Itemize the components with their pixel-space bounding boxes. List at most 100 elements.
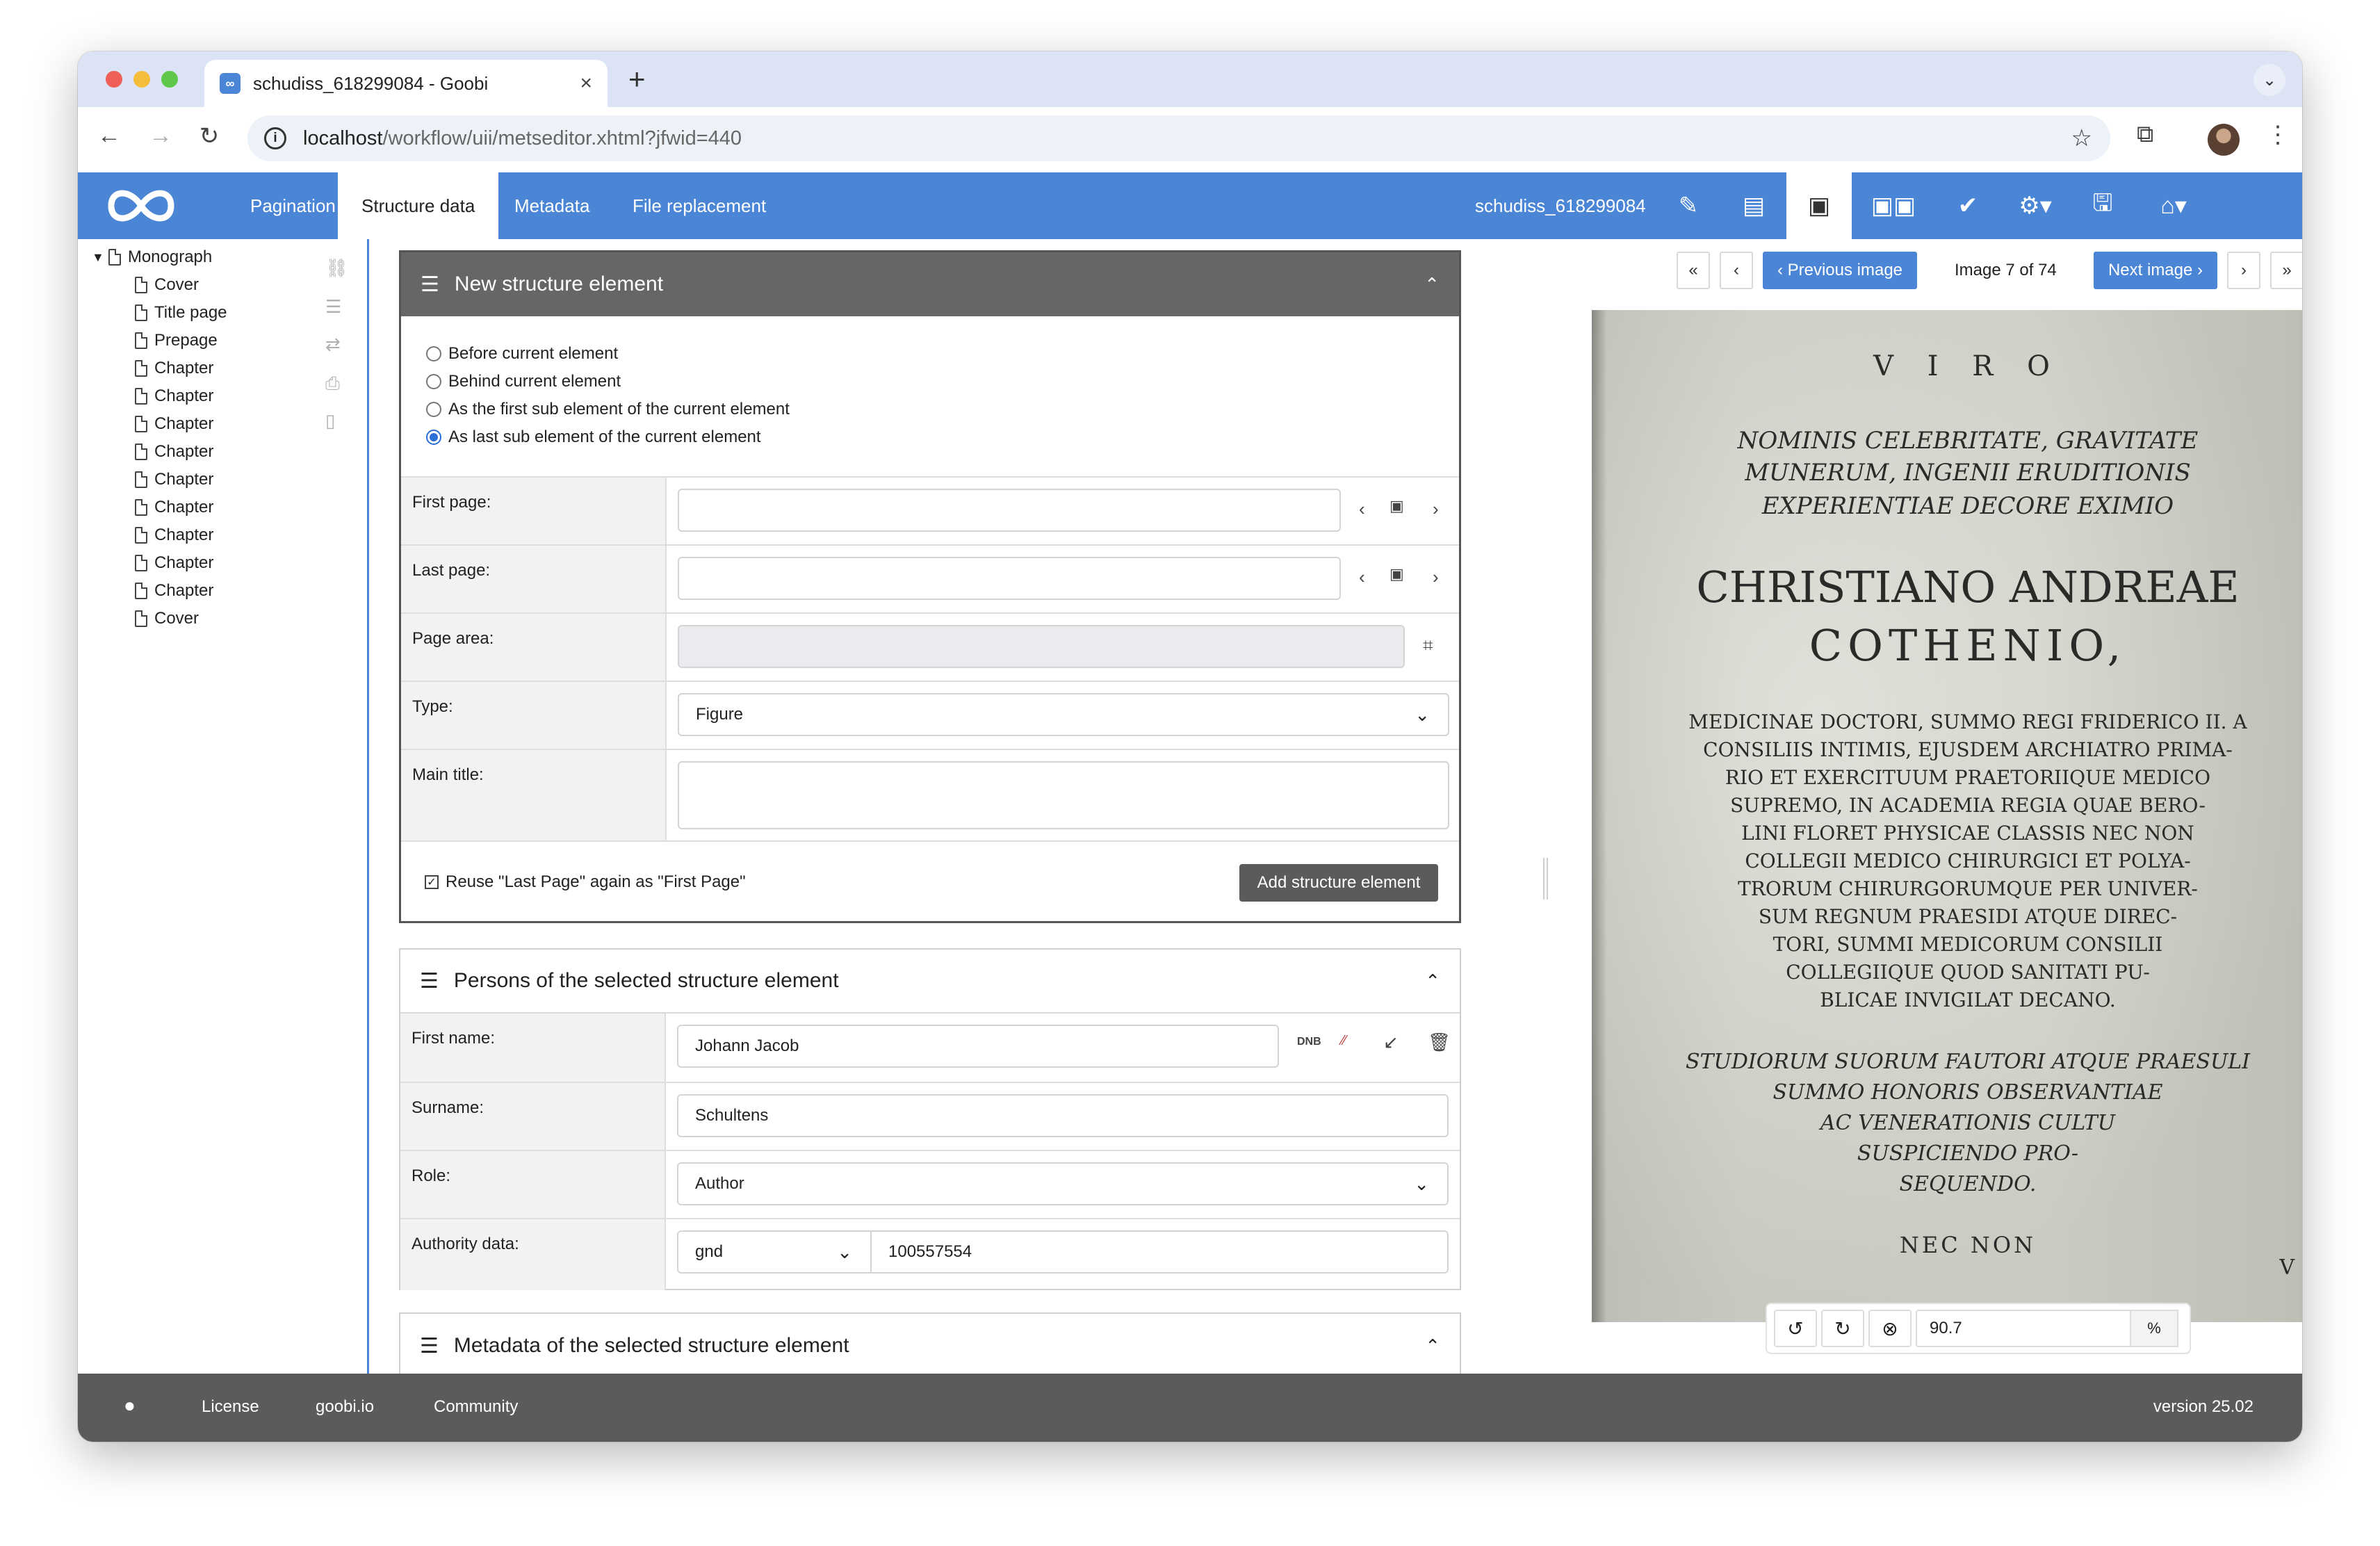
rotate-right-icon[interactable]: ↻ [1821, 1310, 1864, 1347]
forward-arrow-icon[interactable]: → [143, 122, 178, 149]
radio-button[interactable] [426, 402, 441, 417]
zoom-window-button[interactable] [161, 71, 178, 88]
close-window-button[interactable] [106, 71, 122, 88]
new-tab-icon[interactable]: + [628, 63, 646, 96]
last-page-input[interactable] [678, 557, 1341, 600]
import-arrow-icon[interactable]: ↙ [1383, 1032, 1399, 1053]
scanned-page-image[interactable]: V I R O NOMINIS CELEBRITATE, GRAVITATE M… [1592, 310, 2302, 1322]
trash-icon[interactable]: 🗑 [1428, 1032, 1451, 1053]
first-page-input[interactable] [678, 489, 1341, 532]
tree-item[interactable]: Cover [135, 609, 199, 628]
previous-small-button[interactable]: ‹ [1720, 252, 1753, 289]
bookmark-star-icon[interactable]: ☆ [2071, 124, 2092, 152]
viaf-search-icon[interactable]: ⁄⁄ [1342, 1033, 1346, 1049]
dnb-search-icon[interactable]: DNB [1297, 1036, 1321, 1048]
site-info-icon[interactable]: i [264, 127, 286, 149]
browser-tab[interactable]: ∞ schudiss_618299084 - Goobi × [204, 60, 608, 107]
authority-type-select[interactable]: gnd ⌄ [677, 1230, 872, 1274]
collapse-caret-icon[interactable]: ▼ [92, 250, 104, 265]
tree-item[interactable]: Chapter [135, 498, 213, 517]
tab-metadata[interactable]: Metadata [491, 172, 613, 239]
tree-splitter[interactable] [367, 239, 373, 1428]
previous-image-button[interactable]: ‹ Previous image [1763, 252, 1917, 289]
footer-link-goobi-io[interactable]: goobi.io [316, 1397, 374, 1417]
tree-item[interactable]: Title page [135, 303, 227, 323]
list-icon[interactable]: ☰ [325, 296, 341, 318]
gallery-images-icon[interactable]: ▣▣ [1852, 172, 1935, 239]
browser-menu-icon[interactable]: ⋮ [2266, 121, 2290, 149]
chevron-left-icon[interactable]: ‹ [1359, 567, 1365, 588]
chevron-left-icon[interactable]: ‹ [1359, 498, 1365, 520]
edit-document-icon[interactable]: ✎ [1656, 172, 1721, 239]
extensions-puzzle-icon[interactable]: ⧉ [2137, 121, 2153, 148]
github-icon[interactable]: ● [124, 1394, 136, 1417]
rotate-left-icon[interactable]: ↺ [1774, 1310, 1817, 1347]
main-title-textarea[interactable] [678, 761, 1449, 829]
tree-item[interactable]: Chapter [135, 553, 213, 573]
image-icon[interactable]: ▣ [1389, 565, 1404, 583]
panel-header[interactable]: ☰ Metadata of the selected structure ele… [400, 1314, 1460, 1378]
swap-arrows-icon[interactable]: ⇄ [325, 334, 341, 355]
save-icon[interactable]: 🖫 [2070, 172, 2135, 239]
print-icon[interactable]: ⎙ [325, 373, 340, 395]
tree-item[interactable]: Chapter [135, 414, 213, 434]
tree-item[interactable]: Prepage [135, 331, 218, 350]
radio-button[interactable] [426, 346, 441, 361]
footer-link-community[interactable]: Community [434, 1397, 518, 1417]
pdf-file-icon[interactable]: ▯ [325, 410, 335, 432]
surname-input[interactable]: Schultens [677, 1094, 1449, 1137]
checkbox-checked-icon[interactable]: ✓ [425, 875, 439, 889]
role-select[interactable]: Author ⌄ [677, 1162, 1449, 1205]
tree-item[interactable]: Chapter [135, 581, 213, 601]
reuse-checkbox[interactable]: ✓ Reuse "Last Page" again as "First Page… [425, 872, 746, 892]
viewer-splitter[interactable] [1540, 239, 1549, 1428]
tree-item[interactable]: Chapter [135, 386, 213, 406]
settings-gear-icon[interactable]: ⚙▾ [2000, 172, 2070, 239]
address-bar[interactable]: i localhost/workflow/uii/metseditor.xhtm… [247, 115, 2110, 161]
home-menu-icon[interactable]: ⌂▾ [2135, 172, 2212, 239]
next-small-button[interactable]: › [2227, 252, 2260, 289]
chevron-up-icon[interactable]: ⌃ [1425, 1335, 1440, 1357]
radio-before-current[interactable]: Before current element [426, 344, 618, 364]
tree-item[interactable]: Cover [135, 275, 199, 295]
reset-zoom-icon[interactable]: ⊗ [1868, 1310, 1912, 1347]
minimize-window-button[interactable] [133, 71, 150, 88]
goobi-logo-icon[interactable] [103, 182, 179, 233]
radio-button-selected[interactable] [426, 430, 441, 445]
last-image-button[interactable]: » [2270, 252, 2302, 289]
radio-button[interactable] [426, 374, 441, 389]
validate-check-icon[interactable]: ✔ [1935, 172, 2000, 239]
image-icon[interactable]: ▣ [1389, 497, 1404, 515]
chevron-right-icon[interactable]: › [1433, 567, 1439, 588]
type-select[interactable]: Figure ⌄ [678, 693, 1449, 736]
tree-item[interactable]: Chapter [135, 359, 213, 378]
tree-item[interactable]: Chapter [135, 526, 213, 545]
next-image-button[interactable]: Next image › [2094, 252, 2217, 289]
profile-avatar[interactable] [2208, 124, 2240, 156]
tree-root[interactable]: ▼ Monograph [92, 247, 212, 267]
tab-search-chevron-icon[interactable]: ⌄ [2253, 64, 2285, 96]
close-tab-icon[interactable]: × [580, 72, 592, 95]
chevron-right-icon[interactable]: › [1433, 498, 1439, 520]
tree-item[interactable]: Chapter [135, 470, 213, 489]
panel-header[interactable]: ☰ New structure element ⌃ [401, 252, 1459, 316]
link-icon[interactable]: ⛓ [325, 257, 348, 279]
tree-item[interactable]: Chapter [135, 442, 213, 462]
add-structure-element-button[interactable]: Add structure element [1239, 864, 1438, 902]
first-name-input[interactable]: Johann Jacob [677, 1025, 1279, 1068]
document-icon[interactable]: ▤ [1721, 172, 1786, 239]
image-view-icon[interactable]: ▣ [1786, 172, 1852, 239]
radio-behind-current[interactable]: Behind current element [426, 372, 621, 391]
footer-link-license[interactable]: License [202, 1397, 259, 1417]
panel-header[interactable]: ☰ Persons of the selected structure elem… [400, 950, 1460, 1014]
chevron-up-icon[interactable]: ⌃ [1424, 274, 1440, 295]
first-image-button[interactable]: « [1677, 252, 1710, 289]
crop-icon[interactable]: ⌗ [1423, 635, 1433, 657]
authority-id-input[interactable]: 100557554 [870, 1230, 1449, 1274]
tab-structure-data[interactable]: Structure data [338, 172, 499, 239]
tab-file-replacement[interactable]: File replacement [609, 172, 790, 239]
radio-first-sub-element[interactable]: As the first sub element of the current … [426, 400, 790, 419]
chevron-up-icon[interactable]: ⌃ [1425, 970, 1440, 992]
back-arrow-icon[interactable]: ← [92, 122, 127, 149]
zoom-input[interactable]: 90.7 [1916, 1310, 2131, 1347]
